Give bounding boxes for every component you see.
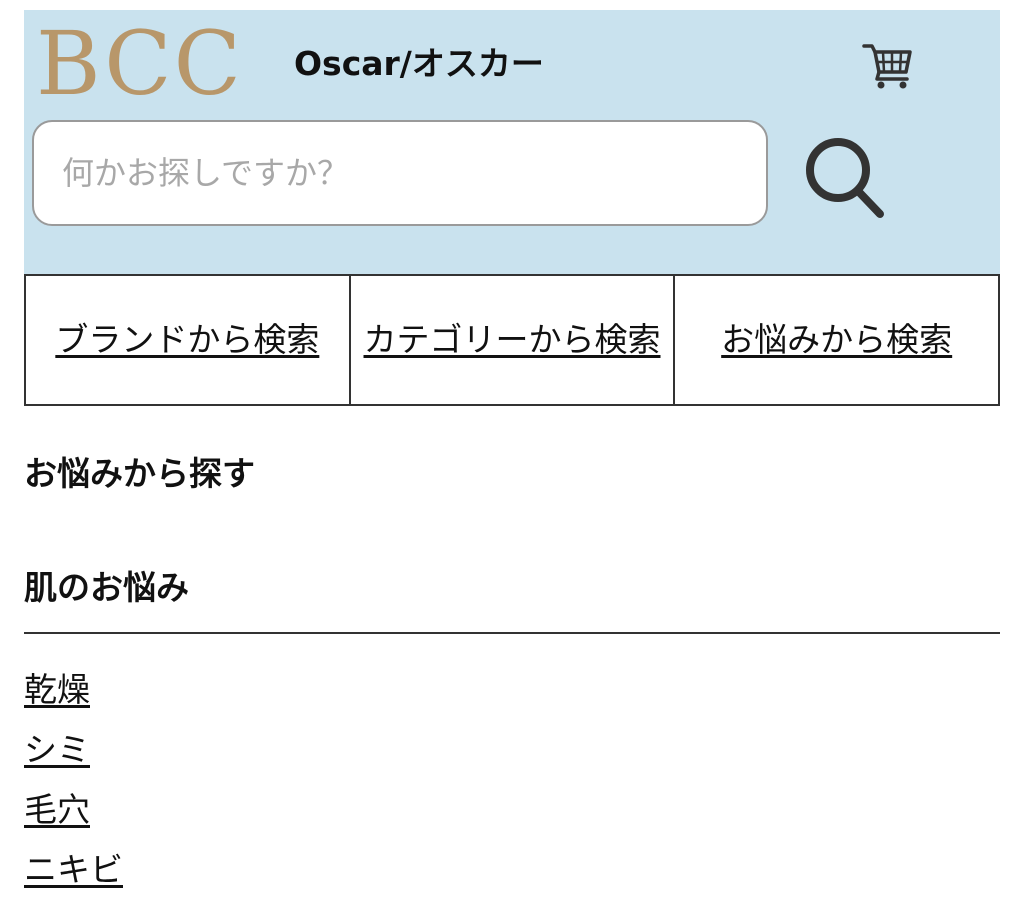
list-item: シミ xyxy=(24,722,123,782)
search-input[interactable] xyxy=(32,120,768,226)
concern-link-acne[interactable]: ニキビ xyxy=(24,850,123,889)
nav-category-label[interactable]: カテゴリーから検索 xyxy=(364,311,661,369)
list-item: ニキビ xyxy=(24,842,123,899)
concern-search-heading: お悩みから探す xyxy=(24,454,255,493)
nav-brand-label[interactable]: ブランドから検索 xyxy=(55,311,319,369)
site-logo[interactable]: BCC xyxy=(36,16,243,112)
concern-link-spots[interactable]: シミ xyxy=(24,730,90,769)
nav-item-category[interactable]: カテゴリーから検索 xyxy=(348,276,674,404)
page: BCC Oscar/オスカー ブランドから検索 カテゴリーから検索 お悩みから検… xyxy=(0,0,1024,899)
shop-name: Oscar/オスカー xyxy=(294,44,544,83)
nav-item-brand[interactable]: ブランドから検索 xyxy=(26,276,349,404)
list-item: 乾燥 xyxy=(24,662,123,722)
shopping-cart-icon[interactable] xyxy=(862,38,914,90)
section-divider xyxy=(24,632,1000,634)
search-nav: ブランドから検索 カテゴリーから検索 お悩みから検索 xyxy=(24,274,1000,406)
concern-list: 乾燥 シミ 毛穴 ニキビ xyxy=(24,662,123,899)
magnifier-icon[interactable] xyxy=(802,132,888,226)
list-item: 毛穴 xyxy=(24,782,123,842)
nav-concern-label[interactable]: お悩みから検索 xyxy=(721,311,952,369)
concern-link-dryness[interactable]: 乾燥 xyxy=(24,670,90,709)
concern-link-pores[interactable]: 毛穴 xyxy=(24,790,90,829)
site-header: BCC Oscar/オスカー xyxy=(24,10,1000,274)
nav-item-concern[interactable]: お悩みから検索 xyxy=(673,276,998,404)
skin-concerns-heading: 肌のお悩み xyxy=(24,568,189,607)
